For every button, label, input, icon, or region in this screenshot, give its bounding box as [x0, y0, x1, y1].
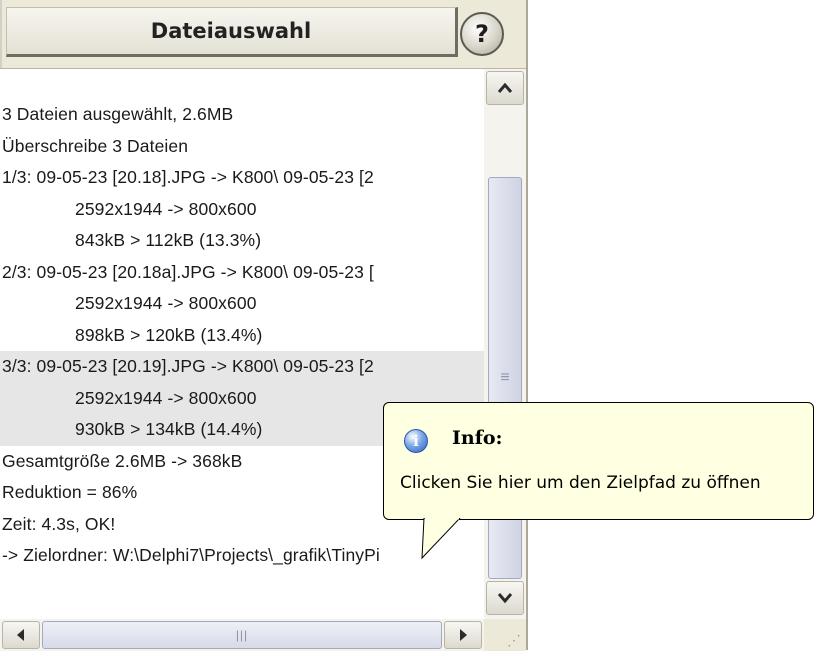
scroll-down-button[interactable]	[486, 581, 524, 615]
vertical-scrollbar[interactable]: ≡	[484, 69, 526, 619]
thumb-grip-icon: ≡	[500, 369, 510, 386]
log-line[interactable]: 2592x1944 -> 800x600	[0, 288, 484, 320]
scroll-right-arrow-icon	[460, 629, 467, 641]
log-line[interactable]: 898kB > 120kB (13.4%)	[0, 320, 484, 352]
tooltip-title: Info:	[452, 427, 503, 449]
scroll-up-button[interactable]	[486, 71, 524, 105]
scroll-up-arrow-icon	[497, 82, 513, 93]
log-line[interactable]: 3/3: 09-05-23 [20.19].JPG -> K800\ 09-05…	[0, 351, 484, 383]
horizontal-thumb-grip-icon: |||	[235, 628, 249, 642]
log-line[interactable]: 1/3: 09-05-23 [20.18].JPG -> K800\ 09-05…	[0, 162, 484, 194]
dateiauswahl-button[interactable]: Dateiauswahl	[6, 7, 458, 57]
info-tooltip: i Info: Clicken Sie hier um den Zielpfad…	[383, 402, 814, 520]
log-output-area[interactable]: 3 Dateien ausgewählt, 2.6MB Überschreibe …	[0, 68, 526, 651]
help-button[interactable]: ?	[460, 12, 504, 56]
log-line[interactable]: Überschreibe 3 Dateien	[0, 131, 484, 163]
scroll-left-button[interactable]	[2, 621, 40, 649]
horizontal-scrollbar[interactable]: |||	[0, 619, 484, 651]
log-line[interactable]: 2/3: 09-05-23 [20.18a].JPG -> K800\ 09-0…	[0, 257, 484, 289]
log-line[interactable]: 843kB > 112kB (13.3%)	[0, 225, 484, 257]
log-line[interactable]: 3 Dateien ausgewählt, 2.6MB	[0, 99, 484, 131]
tooltip-text: Clicken Sie hier um den Zielpfad zu öffn…	[400, 473, 761, 493]
log-line[interactable]: 2592x1944 -> 800x600	[0, 194, 484, 226]
help-icon: ?	[475, 20, 489, 48]
resize-grip-icon: ⋰	[507, 632, 521, 648]
info-icon: i	[404, 429, 428, 453]
scroll-right-button[interactable]	[444, 621, 482, 649]
scroll-left-arrow-icon	[17, 629, 24, 641]
resize-grip[interactable]: ⋰	[484, 619, 526, 651]
log-line[interactable]: -> Zielordner: W:\Delphi7\Projects\_graf…	[0, 540, 484, 572]
panel-border-right	[526, 0, 528, 650]
log-lines: 3 Dateien ausgewählt, 2.6MB Überschreibe …	[0, 99, 484, 619]
tooltip-pointer	[421, 518, 461, 560]
scroll-down-arrow-icon	[497, 593, 513, 604]
horizontal-scroll-thumb[interactable]: |||	[42, 621, 442, 649]
